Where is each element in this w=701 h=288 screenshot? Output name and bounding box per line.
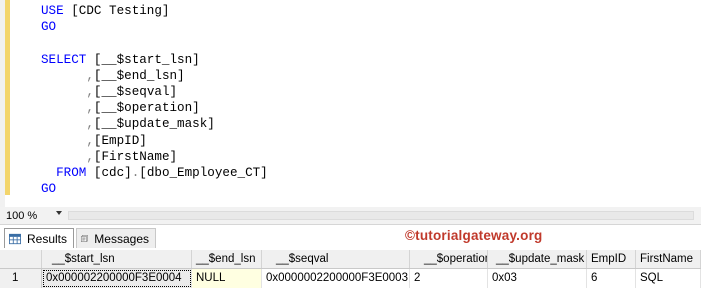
query-editor[interactable]: USE [CDC Testing] GO SELECT [__$start_lsn]… [0, 0, 701, 208]
row-number-header [0, 250, 42, 268]
code-line: GO [41, 19, 56, 35]
code-token: [__$seqval] [93, 85, 178, 99]
chevron-down-icon [56, 211, 62, 215]
code-line: SELECT [__$start_lsn] [41, 52, 200, 68]
code-token: [CDC Testing] [71, 4, 170, 18]
code-token: [__$operation] [93, 101, 200, 116]
table-cell[interactable]: NULL [192, 269, 262, 288]
code-line: ,[__$update_mask] [41, 116, 215, 132]
column-header[interactable]: FirstName [636, 250, 701, 268]
tab-messages-label: Messages [94, 231, 149, 246]
code-line: FROM [cdc].[dbo_Employee_CT] [41, 165, 268, 181]
code-line: ,[EmpID] [41, 133, 147, 149]
column-header[interactable]: __$seqval [262, 250, 410, 268]
code-token: , [86, 68, 94, 83]
column-header[interactable]: __$update_mask [488, 250, 587, 268]
table-cell[interactable]: 0x03 [488, 269, 587, 288]
code-line: USE [CDC Testing] [41, 3, 169, 19]
zoom-value: 100 % [6, 209, 38, 222]
code-line: ,[__$end_lsn] [41, 68, 185, 84]
code-line: GO [41, 181, 56, 197]
table-cell[interactable]: 0x000002200000F3E0004 [42, 269, 192, 288]
editor-status-strip: 100 % [0, 207, 701, 225]
tab-results[interactable]: Results [4, 228, 74, 248]
code-token: , [86, 133, 94, 148]
row-number[interactable]: 1 [0, 269, 42, 288]
code-token: [dbo_Employee_CT] [139, 166, 268, 180]
column-header[interactable]: EmpID [587, 250, 636, 268]
messages-icon [81, 235, 88, 242]
table-cell[interactable]: SQL [636, 269, 701, 288]
column-header[interactable]: __$end_lsn [192, 250, 262, 268]
code-token: [EmpID] [93, 133, 147, 148]
code-token: [cdc] [93, 166, 132, 180]
tab-results-label: Results [26, 231, 67, 246]
code-token: , [86, 149, 94, 164]
code-line: ,[FirstName] [41, 149, 177, 165]
grid-header: __$start_lsn __$end_lsn __$seqval __$ope… [0, 250, 701, 269]
code-line: ,[__$seqval] [41, 84, 177, 100]
table-cell[interactable]: 6 [587, 269, 636, 288]
horizontal-scrollbar[interactable] [68, 211, 694, 220]
sql-keyword: USE [41, 4, 72, 18]
code-token: [__$start_lsn] [93, 52, 200, 67]
code-token: [FirstName] [93, 149, 178, 164]
sql-keyword: SELECT [41, 52, 94, 67]
table-cell[interactable]: 2 [410, 269, 488, 288]
grid-icon [9, 233, 21, 244]
watermark-brand: ©tutorialgateway.org [405, 228, 543, 243]
code-token: , [86, 117, 94, 132]
table-cell[interactable]: 0x0000002200000F3E0003 [262, 269, 410, 288]
code-line: ,[__$operation] [41, 100, 200, 116]
column-header[interactable]: __$operation [410, 250, 488, 268]
sql-keyword: FROM [41, 166, 94, 180]
table-row[interactable]: 1 0x000002200000F3E0004 NULL 0x000000220… [0, 269, 701, 288]
code-token: , [86, 85, 94, 99]
code-token: [__$update_mask] [93, 117, 215, 132]
code-token: [__$end_lsn] [93, 68, 185, 83]
zoom-dropdown[interactable]: 100 % [2, 208, 64, 223]
results-tab-strip: Results Messages ©tutorialgateway.org [0, 225, 701, 249]
column-header[interactable]: __$start_lsn [42, 250, 192, 268]
code-token: , [86, 101, 94, 116]
sql-keyword: GO [41, 182, 57, 197]
results-grid[interactable]: __$start_lsn __$end_lsn __$seqval __$ope… [0, 250, 701, 288]
tab-messages[interactable]: Messages [76, 228, 156, 248]
change-tracking-bar [5, 0, 10, 195]
sql-keyword: GO [41, 20, 57, 35]
results-pane: Results Messages ©tutorialgateway.org __… [0, 225, 701, 288]
